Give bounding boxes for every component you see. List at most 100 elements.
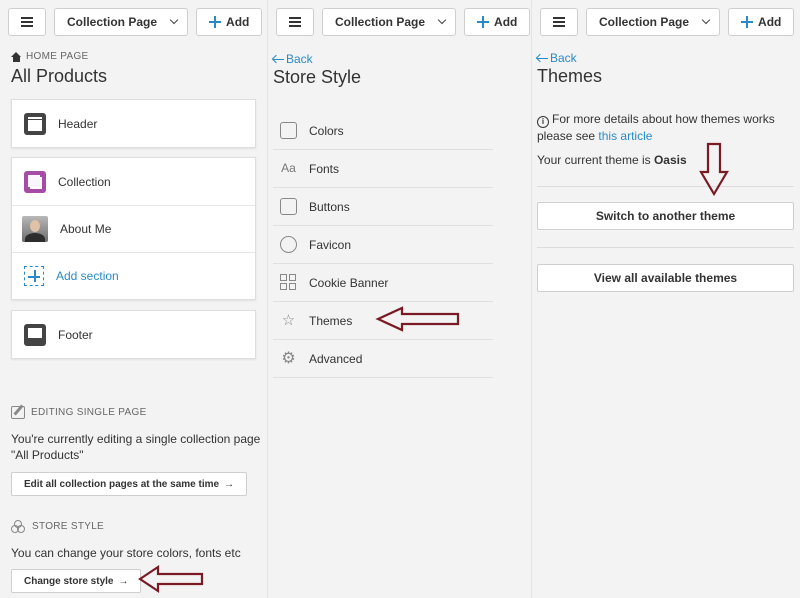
current-theme-prefix: Your current theme is (537, 153, 654, 167)
home-icon (11, 51, 22, 62)
back-link[interactable]: Back (536, 51, 577, 65)
menu-item-label: Buttons (309, 199, 350, 214)
editing-text-line-2: "All Products" (11, 448, 84, 462)
back-label: Back (550, 51, 577, 65)
footer-card: Footer (11, 310, 256, 359)
menu-item-label: Favicon (309, 237, 352, 252)
menu-item-label: Advanced (309, 351, 363, 366)
article-link[interactable]: this article (598, 129, 652, 143)
hamburger-icon (289, 17, 301, 27)
menu-item-advanced[interactable]: ⚙ Advanced (273, 340, 493, 378)
current-theme-name: Oasis (653, 153, 687, 167)
menu-item-colors[interactable]: Colors (273, 112, 493, 150)
store-style-heading: STORE STYLE (11, 520, 104, 533)
current-theme: Your current theme is Oasis (537, 153, 687, 167)
sections-panel: Collection Page Add HOME PAGE All Produc… (0, 0, 267, 598)
section-header-label: Header (58, 116, 98, 131)
footer-layout-icon (24, 323, 46, 346)
menu-item-favicon[interactable]: Favicon (273, 226, 493, 264)
edit-all-pages-button[interactable]: Edit all collection pages at the same ti… (11, 472, 248, 496)
arrow-left-icon (272, 55, 284, 63)
menu-item-buttons[interactable]: Buttons (273, 188, 493, 226)
view-all-label: View all available themes (593, 271, 738, 285)
plus-icon (741, 16, 754, 28)
edit-all-label: Edit all collection pages at the same ti… (24, 478, 220, 490)
breadcrumb-label: HOME PAGE (26, 51, 89, 62)
gear-icon: ⚙ (281, 350, 296, 367)
menu-button[interactable] (540, 8, 578, 36)
menu-item-label: Colors (309, 123, 344, 138)
menu-button[interactable] (8, 8, 46, 36)
divider (537, 186, 794, 187)
section-collection-label: Collection (58, 174, 111, 189)
menu-item-label: Themes (309, 313, 353, 328)
palette-icon (11, 520, 26, 533)
back-link[interactable]: Back (272, 52, 313, 66)
back-label: Back (286, 52, 313, 66)
section-collection[interactable]: Collection (12, 158, 255, 205)
editing-text-line-1: You're currently editing a single collec… (11, 432, 261, 446)
switch-theme-button[interactable]: Switch to another theme (537, 202, 794, 230)
switch-theme-label: Switch to another theme (595, 209, 736, 223)
page-title: Store Style (273, 67, 362, 87)
chevron-down-icon (169, 15, 179, 25)
add-button[interactable]: Add (196, 8, 263, 36)
star-theme-icon: ☆ (281, 312, 296, 329)
editing-heading: EDITING SINGLE PAGE (11, 406, 147, 419)
store-style-heading-label: STORE STYLE (32, 521, 105, 532)
plus-icon (477, 16, 490, 28)
page-title: Themes (537, 66, 603, 86)
add-section-label: Add section (56, 269, 119, 283)
collection-icon (24, 170, 46, 193)
divider (537, 247, 794, 248)
add-label: Add (758, 15, 782, 29)
add-label: Add (494, 15, 518, 29)
cursor-click-icon (280, 198, 297, 215)
header-card: Header (11, 99, 256, 148)
arrow-right-icon: → (118, 575, 129, 587)
section-about-label: About Me (60, 222, 112, 236)
store-style-text: You can change your store colors, fonts … (11, 546, 241, 560)
editing-text: You're currently editing a single collec… (11, 431, 260, 463)
page-title: All Products (11, 66, 108, 86)
breadcrumb[interactable]: HOME PAGE (11, 51, 89, 62)
page-select[interactable]: Collection Page (54, 8, 189, 36)
section-header[interactable]: Header (12, 100, 255, 147)
page-select-label: Collection Page (67, 15, 158, 29)
themes-info: i For more details about how themes works… (537, 111, 777, 145)
section-about-me[interactable]: About Me (12, 205, 255, 252)
menu-item-fonts[interactable]: Aa Fonts (273, 150, 493, 188)
top-toolbar: Collection Page Add (0, 0, 267, 44)
page-select-label: Collection Page (335, 15, 426, 29)
editing-heading-label: EDITING SINGLE PAGE (31, 407, 147, 418)
change-store-style-button[interactable]: Change store style → (11, 569, 142, 593)
page-select[interactable]: Collection Page (586, 8, 721, 36)
header-layout-icon (24, 112, 46, 135)
avatar (22, 216, 48, 242)
chevron-down-icon (437, 15, 447, 25)
themes-panel: Collection Page Add Back Themes i For mor… (531, 0, 800, 598)
add-section-button[interactable]: Add section (12, 252, 255, 299)
add-button[interactable]: Add (464, 8, 531, 36)
view-all-themes-button[interactable]: View all available themes (537, 264, 794, 292)
edit-page-icon (11, 406, 25, 419)
add-section-icon (24, 266, 44, 286)
section-footer[interactable]: Footer (12, 311, 255, 358)
section-footer-label: Footer (58, 327, 93, 342)
add-button[interactable]: Add (728, 8, 795, 36)
plus-icon (209, 16, 222, 28)
top-toolbar: Collection Page Add (532, 0, 800, 44)
arrow-left-icon (536, 54, 548, 62)
menu-button[interactable] (276, 8, 314, 36)
paint-bucket-icon (280, 122, 297, 139)
content-sections-card: Collection About Me Add section (11, 157, 256, 300)
chevron-down-icon (701, 15, 711, 25)
page-select[interactable]: Collection Page (322, 8, 457, 36)
annotation-arrow-left (375, 306, 460, 332)
hamburger-icon (553, 17, 565, 27)
menu-item-label: Fonts (309, 161, 340, 176)
font-icon: Aa (281, 161, 296, 175)
annotation-arrow-down (699, 142, 729, 197)
arrow-right-icon: → (224, 478, 235, 490)
menu-item-cookie-banner[interactable]: Cookie Banner (273, 264, 493, 302)
